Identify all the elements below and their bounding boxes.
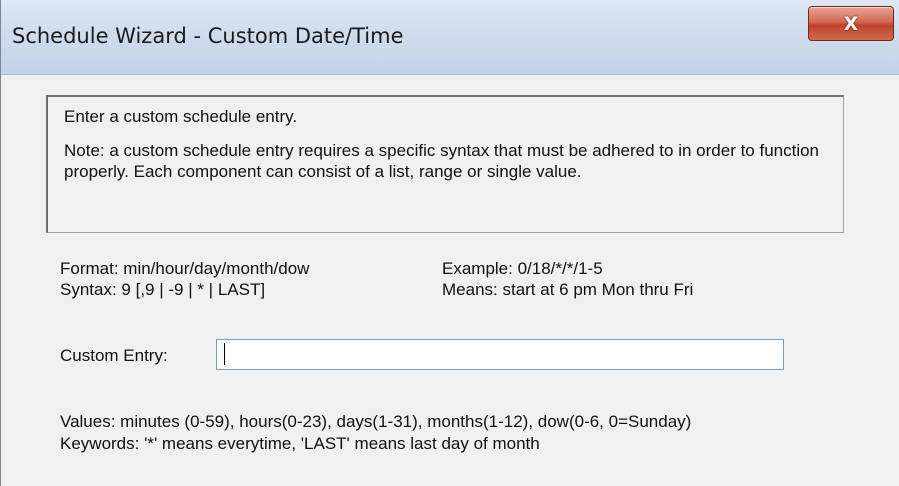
close-icon: X (843, 12, 859, 35)
syntax-text: Syntax: 9 [,9 | -9 | * | LAST] (60, 280, 266, 299)
dialog-content: Enter a custom schedule entry. Note: a c… (2, 75, 899, 486)
means-text: Means: start at 6 pm Mon thru Fri (442, 280, 694, 299)
keywords-text: Keywords: '*' means everytime, 'LAST' me… (60, 434, 540, 453)
schedule-wizard-window: Schedule Wizard - Custom Date/Time X Ent… (0, 0, 899, 486)
window-title: Schedule Wizard - Custom Date/Time (12, 24, 404, 48)
example-text: Example: 0/18/*/*/1-5 (442, 259, 603, 278)
values-text: Values: minutes (0-59), hours(0-23), day… (60, 412, 692, 431)
intro-text: Enter a custom schedule entry. (64, 107, 298, 126)
close-button[interactable]: X (808, 6, 894, 41)
title-bar: Schedule Wizard - Custom Date/Time X (1, 0, 899, 75)
format-text: Format: min/hour/day/month/dow (60, 259, 310, 278)
info-box: Enter a custom schedule entry. Note: a c… (46, 95, 844, 233)
custom-entry-input[interactable] (216, 339, 784, 370)
custom-entry-label: Custom Entry: (60, 346, 168, 365)
text-caret (224, 343, 225, 365)
note-text: Note: a custom schedule entry requires a… (64, 141, 820, 181)
